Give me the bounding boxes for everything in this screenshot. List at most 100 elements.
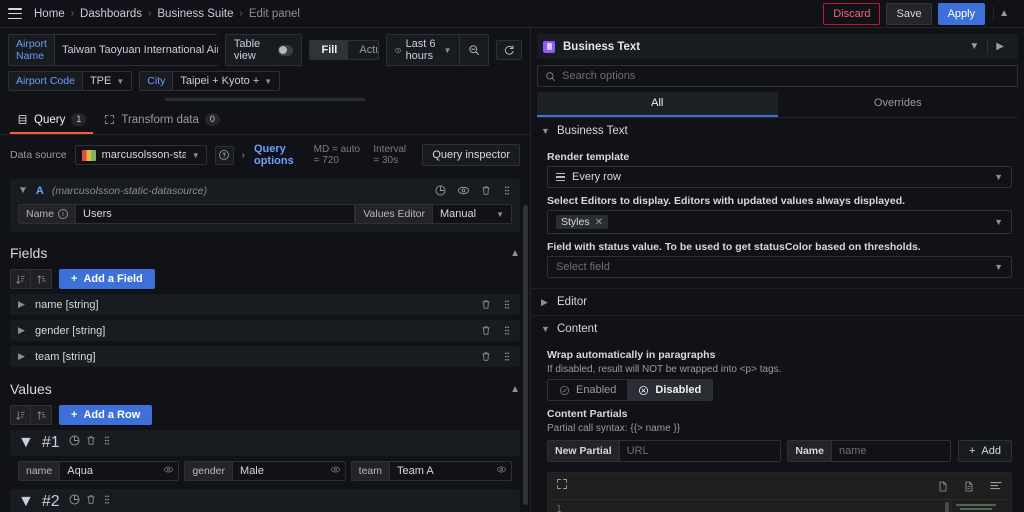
add-field-button[interactable]: + Add a Field xyxy=(59,269,155,289)
code-lines[interactable]: <div class="card"> <p>Name: {{name}}</p>… xyxy=(568,500,951,512)
time-range-picker[interactable]: Last 6 hours ▼ xyxy=(387,35,460,65)
variable-airport-name[interactable]: Airport Name Taiwan Taoyuan Internationa… xyxy=(8,34,218,66)
chevron-right-icon[interactable]: ▶ xyxy=(988,39,1012,54)
hide-icon[interactable] xyxy=(496,462,507,480)
sort-descending-icon[interactable] xyxy=(31,405,52,425)
variable-value[interactable]: Taiwan Taoyuan International Airport ▼ xyxy=(54,34,218,66)
partial-name-input[interactable] xyxy=(831,440,951,462)
sort-ascending-icon[interactable] xyxy=(10,269,31,289)
query-name-input[interactable] xyxy=(75,204,355,224)
code-minimap[interactable] xyxy=(951,500,1011,512)
segment-fill[interactable]: Fill xyxy=(310,41,348,59)
value-row-header[interactable]: ▼ #1 xyxy=(10,430,520,456)
duplicate-icon[interactable] xyxy=(68,434,81,447)
tab-query[interactable]: Query 1 xyxy=(10,108,93,134)
toggle-switch[interactable] xyxy=(278,45,294,56)
sort-ascending-icon[interactable] xyxy=(10,405,31,425)
field-item[interactable]: ▶ team [string] xyxy=(10,346,520,367)
field-item[interactable]: ▶ name [string] xyxy=(10,294,520,315)
viz-picker[interactable]: Business Text ▼ ▶ xyxy=(537,34,1018,59)
refresh-button[interactable] xyxy=(496,40,522,60)
trash-icon[interactable] xyxy=(480,350,492,363)
tab-overrides[interactable]: Overrides xyxy=(778,92,1019,117)
help-button[interactable] xyxy=(215,146,234,165)
add-row-button[interactable]: + Add a Row xyxy=(59,405,152,425)
status-field-select[interactable]: Select field ▼ xyxy=(547,256,1012,278)
variable-value[interactable]: Taipei + Kyoto + ▼ xyxy=(172,71,280,91)
sort-descending-icon[interactable] xyxy=(31,269,52,289)
chevron-right-icon[interactable]: ▶ xyxy=(18,351,27,362)
value-row-header[interactable]: ▼ #2 xyxy=(10,489,520,512)
hide-icon[interactable] xyxy=(457,184,470,197)
breadcrumb-item-business-suite[interactable]: Business Suite xyxy=(157,8,233,20)
breadcrumb-item-home[interactable]: Home xyxy=(34,8,65,20)
tab-all[interactable]: All xyxy=(537,92,778,117)
variable-value[interactable]: TPE ▼ xyxy=(82,71,132,91)
content-code-editor[interactable]: 1 2 3 4 5 <div class="card"> <p>Name: {{… xyxy=(547,472,1012,512)
chevron-right-icon[interactable]: › xyxy=(242,150,245,161)
hamburger-icon[interactable] xyxy=(8,8,22,19)
code-scrollbar[interactable] xyxy=(945,502,949,512)
left-pane-scrollbar[interactable] xyxy=(523,205,528,505)
chevron-up-icon[interactable]: ▲ xyxy=(510,248,520,259)
data-source-picker[interactable]: marcusolsson-static-da ▼ xyxy=(75,145,207,165)
segment-actual[interactable]: Actual xyxy=(348,41,378,59)
chevron-right-icon[interactable]: ▶ xyxy=(18,325,27,336)
chevron-down-icon[interactable]: ▼ xyxy=(18,185,28,196)
query-scroll-area[interactable]: Data source marcusolsson-static-da ▼ xyxy=(0,135,530,512)
chevron-down-icon[interactable]: ▼ xyxy=(961,39,987,54)
option-section-header[interactable]: ▼ Business Text xyxy=(531,118,1024,144)
search-input[interactable] xyxy=(562,70,1010,82)
drag-handle-icon[interactable] xyxy=(502,324,512,337)
format-icon[interactable] xyxy=(989,480,1003,492)
hide-icon[interactable] xyxy=(330,462,341,480)
file-icon[interactable] xyxy=(937,480,949,493)
value-cell-input[interactable] xyxy=(59,461,179,481)
hide-icon[interactable] xyxy=(163,462,174,480)
breadcrumb-item-dashboards[interactable]: Dashboards xyxy=(80,8,142,20)
trash-icon[interactable] xyxy=(480,298,492,311)
query-ref-id[interactable]: A xyxy=(36,185,44,197)
values-editor-select[interactable]: Manual ▼ xyxy=(432,204,512,224)
value-cell-input[interactable] xyxy=(232,461,346,481)
trash-icon[interactable] xyxy=(85,493,97,506)
search-options-box[interactable] xyxy=(537,65,1018,87)
drag-handle-icon[interactable] xyxy=(102,434,112,447)
options-list[interactable]: ▼ Business Text Render template Every ro… xyxy=(531,118,1024,512)
query-inspector-button[interactable]: Query inspector xyxy=(422,144,520,166)
field-item[interactable]: ▶ gender [string] xyxy=(10,320,520,341)
trash-icon[interactable] xyxy=(480,184,492,197)
code-area[interactable]: 1 2 3 4 5 <div class="card"> <p>Name: {{… xyxy=(548,500,1011,512)
value-cell-input[interactable] xyxy=(389,461,512,481)
drag-handle-icon[interactable] xyxy=(102,493,112,506)
chevron-up-icon[interactable]: ▲ xyxy=(510,384,520,395)
variable-city[interactable]: City Taipei + Kyoto + ▼ xyxy=(139,71,280,91)
expand-icon[interactable] xyxy=(556,477,568,495)
query-options-link[interactable]: Query options xyxy=(254,143,305,167)
chevron-down-icon[interactable]: ▼ xyxy=(18,434,34,452)
tab-transform-data[interactable]: Transform data 0 xyxy=(97,108,227,134)
file-copy-icon[interactable] xyxy=(963,480,975,493)
duplicate-icon[interactable] xyxy=(68,493,81,506)
editors-multiselect[interactable]: Styles ✕ ▼ xyxy=(547,210,1012,234)
info-icon[interactable]: i xyxy=(58,209,68,219)
trash-icon[interactable] xyxy=(85,434,97,447)
render-template-select[interactable]: Every row ▼ xyxy=(547,166,1012,188)
chevron-up-icon[interactable]: ▲ xyxy=(993,6,1014,21)
chevron-down-icon[interactable]: ▼ xyxy=(18,493,34,511)
drag-handle-icon[interactable] xyxy=(502,350,512,363)
add-partial-button[interactable]: + Add xyxy=(958,440,1012,462)
trash-icon[interactable] xyxy=(480,324,492,337)
chevron-right-icon[interactable]: ▶ xyxy=(18,299,27,310)
drag-handle-icon[interactable] xyxy=(502,298,512,311)
zoom-out-button[interactable] xyxy=(460,41,488,59)
option-section-header[interactable]: ▼ Content xyxy=(531,316,1024,342)
apply-button[interactable]: Apply xyxy=(938,3,986,25)
chip-styles[interactable]: Styles ✕ xyxy=(556,215,608,229)
preview-resize-handle[interactable] xyxy=(165,98,365,101)
option-section-header[interactable]: ▶ Editor xyxy=(531,289,1024,315)
discard-button[interactable]: Discard xyxy=(823,3,880,25)
radio-enabled[interactable]: Enabled xyxy=(548,380,627,400)
duplicate-icon[interactable] xyxy=(434,184,447,197)
drag-handle-icon[interactable] xyxy=(502,184,512,197)
